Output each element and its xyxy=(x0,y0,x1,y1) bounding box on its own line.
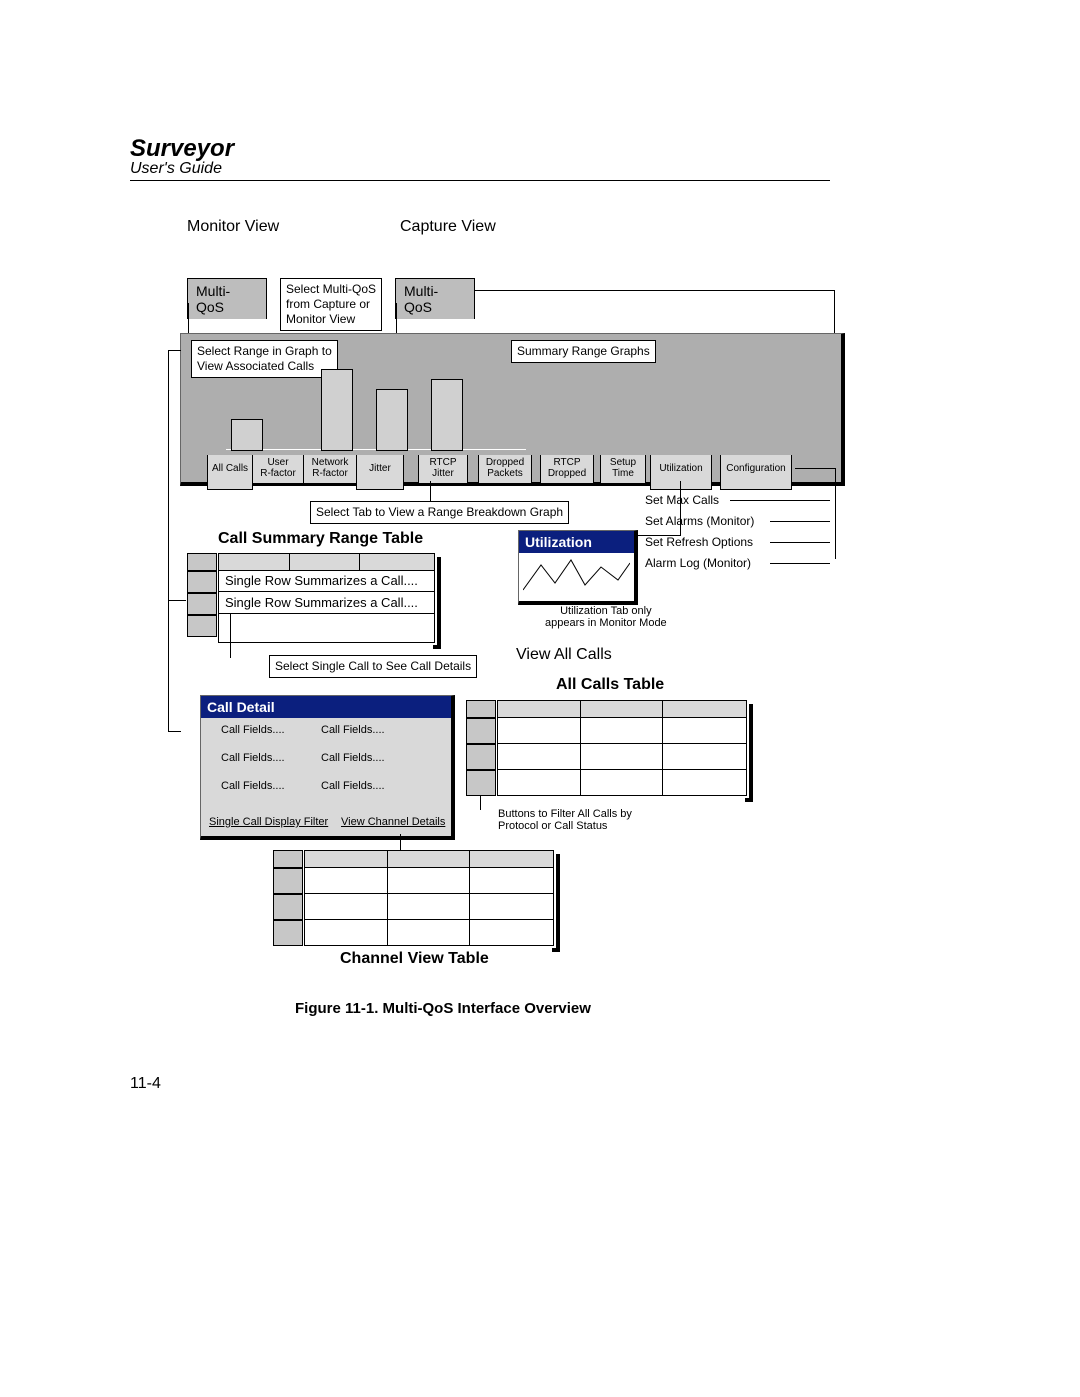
graph-tab-rtcp-jitter[interactable]: RTCP Jitter xyxy=(418,455,468,484)
utilization-box: Utilization xyxy=(518,530,638,605)
connector xyxy=(400,834,402,850)
link-view-channel-details[interactable]: View Channel Details xyxy=(341,816,445,828)
row-button[interactable] xyxy=(466,770,496,796)
connector xyxy=(680,481,682,536)
figure-caption: Figure 11-1. Multi-QoS Interface Overvie… xyxy=(295,1000,591,1017)
row-button[interactable] xyxy=(273,894,303,920)
graph-tab-dropped[interactable]: Dropped Packets xyxy=(478,455,532,484)
connector xyxy=(474,290,835,336)
call-field: Call Fields.... xyxy=(321,780,385,792)
connector xyxy=(396,303,398,335)
label-view-all-calls: View All Calls xyxy=(516,646,612,664)
row-button[interactable] xyxy=(187,571,217,593)
page: Surveyor User's Guide 11-4 Monitor View … xyxy=(0,0,1080,1397)
call-field: Call Fields.... xyxy=(221,724,285,736)
table-body xyxy=(305,867,553,945)
row-button[interactable] xyxy=(466,744,496,770)
utilization-header: Utilization xyxy=(519,531,634,553)
graph-bar[interactable] xyxy=(431,379,463,451)
row-button[interactable] xyxy=(273,868,303,894)
call-field: Call Fields.... xyxy=(221,752,285,764)
call-detail-header: Call Detail xyxy=(201,696,451,718)
config-item[interactable]: Alarm Log (Monitor) xyxy=(645,556,751,570)
connector xyxy=(230,614,271,658)
connector xyxy=(730,500,830,501)
table-header xyxy=(219,554,434,571)
channel-view-table xyxy=(304,850,554,946)
row-button[interactable] xyxy=(466,700,496,718)
graph-tab-rtcp-dropped[interactable]: RTCP Dropped xyxy=(540,455,594,484)
connector xyxy=(635,535,680,537)
call-detail-panel: Call Detail Call Fields.... Call Fields.… xyxy=(200,695,455,840)
title-all-calls: All Calls Table xyxy=(556,676,664,694)
row-button[interactable] xyxy=(273,920,303,946)
call-field: Call Fields.... xyxy=(321,752,385,764)
config-item[interactable]: Set Max Calls xyxy=(645,493,719,507)
connector-bracket xyxy=(795,468,836,559)
link-single-call-filter[interactable]: Single Call Display Filter xyxy=(209,816,328,828)
doc-subtitle: User's Guide xyxy=(130,160,222,178)
row-button[interactable] xyxy=(187,615,217,637)
hint-summary-range: Summary Range Graphs xyxy=(511,340,656,363)
connector xyxy=(770,521,830,522)
graph-bar[interactable] xyxy=(231,419,263,451)
graph-bar[interactable] xyxy=(321,369,353,451)
connector-bracket-left xyxy=(168,350,181,732)
connector xyxy=(168,600,186,602)
connector xyxy=(770,563,830,564)
call-field: Call Fields.... xyxy=(321,724,385,736)
call-field: Call Fields.... xyxy=(221,780,285,792)
connector xyxy=(188,303,190,335)
all-calls-table xyxy=(497,700,747,796)
graph-tab-setup-time[interactable]: Setup Time xyxy=(600,455,646,484)
label-monitor-view: Monitor View xyxy=(187,218,279,236)
shadow xyxy=(433,557,441,649)
hint-buttons-filter: Buttons to Filter All Calls by Protocol … xyxy=(498,808,632,832)
tab-multiqos-monitor[interactable]: Multi-QoS xyxy=(187,278,267,319)
title-channel-view: Channel View Table xyxy=(340,950,489,968)
shadow xyxy=(745,704,753,802)
utilization-chart-icon xyxy=(523,555,630,595)
page-number: 11-4 xyxy=(130,1075,161,1093)
tab-label: Multi-QoS xyxy=(196,283,230,315)
row-button[interactable] xyxy=(466,718,496,744)
connector xyxy=(480,796,482,810)
title-call-summary: Call Summary Range Table xyxy=(218,530,423,548)
graph-tab-user-rfactor[interactable]: User R-factor xyxy=(252,455,304,484)
hint-select-multiqos: Select Multi-QoS from Capture or Monitor… xyxy=(280,278,382,331)
table-row[interactable]: Single Row Summarizes a Call.... xyxy=(219,570,434,592)
header-rule xyxy=(130,180,830,181)
note-utilization: Utilization Tab only appears in Monitor … xyxy=(545,605,667,629)
row-button[interactable] xyxy=(187,553,217,571)
graph-tab-jitter[interactable]: Jitter xyxy=(356,455,404,490)
shadow xyxy=(552,854,560,952)
label-capture-view: Capture View xyxy=(400,218,496,236)
row-button[interactable] xyxy=(273,850,303,868)
config-item[interactable]: Set Alarms (Monitor) xyxy=(645,514,754,528)
graph-bar[interactable] xyxy=(376,389,408,451)
table-header xyxy=(305,851,553,868)
connector xyxy=(770,542,830,543)
table-header xyxy=(498,701,746,718)
row-button[interactable] xyxy=(187,593,217,615)
config-item[interactable]: Set Refresh Options xyxy=(645,535,753,549)
hint-select-range: Select Range in Graph to View Associated… xyxy=(191,340,338,378)
table-row[interactable]: Single Row Summarizes a Call.... xyxy=(219,592,434,614)
tab-label: Multi-QoS xyxy=(404,283,438,315)
table-body xyxy=(498,717,746,795)
doc-title: Surveyor xyxy=(130,135,234,163)
connector xyxy=(430,481,432,501)
graph-tab-all-calls[interactable]: All Calls xyxy=(207,455,253,490)
tab-multiqos-capture[interactable]: Multi-QoS xyxy=(395,278,475,319)
hint-select-tab: Select Tab to View a Range Breakdown Gra… xyxy=(310,501,569,524)
graph-tab-network-rfactor[interactable]: Network R-factor xyxy=(303,455,357,484)
graph-tab-configuration[interactable]: Configuration xyxy=(720,455,792,490)
hint-select-call: Select Single Call to See Call Details xyxy=(269,655,477,678)
